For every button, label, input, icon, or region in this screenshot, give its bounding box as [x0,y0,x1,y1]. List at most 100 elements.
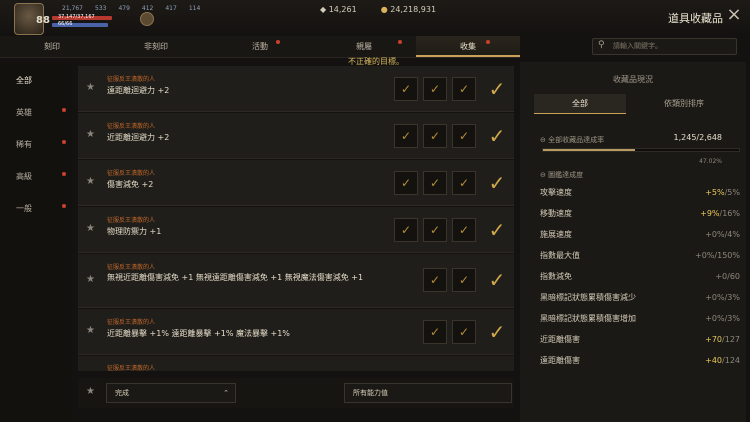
stat-value: +40/124 [705,356,740,365]
favorite-star-icon[interactable]: ★ [86,274,95,285]
stat-value: +5%/5% [705,188,740,197]
complete-check-icon: ✓ [488,77,506,101]
stat-1: 21,767 [62,5,83,12]
item-slot[interactable]: ✓ [423,77,447,101]
new-dot [62,204,66,208]
item-slot[interactable]: ✓ [423,218,447,242]
ability-dropdown[interactable]: 所有能力值 [344,383,512,403]
mp-text: 66/66 [58,21,73,27]
effect-text: 近距離暴擊 +1% 遠距離暴擊 +1% 魔法暴擊 +1% [107,329,290,338]
effect-text: 物理防禦力 +1 [107,227,162,236]
item-slot[interactable]: ✓ [452,124,476,148]
tab-family[interactable]: 親屬 [312,36,416,57]
new-dot [398,40,402,44]
collection-row[interactable]: ★ 征服反王潰散的人 近距離迴避力 +2 ✓ ✓ ✓ ✓ [78,113,514,159]
new-dot [486,40,490,44]
effect-text: 傷害減免 +2 [107,180,154,189]
stat-2: 533 [95,5,107,12]
buff-icon[interactable] [140,12,154,26]
favorite-star-icon[interactable]: ★ [86,176,95,187]
chevron-up-icon: ⌃ [223,389,229,397]
stat-name: 黑暗標記狀態累積傷害減少 [540,293,636,302]
collection-row[interactable]: ★ 征服反王潰散的人 遠距離迴避力 +2 ✓ ✓ ✓ ✓ [78,66,514,112]
sidebar-item-all[interactable]: 全部 [0,70,72,92]
tab-collect[interactable]: 收集 [416,36,520,57]
overall-progress-bar [542,148,740,152]
item-slot[interactable]: ✓ [452,320,476,344]
favorite-star-icon[interactable]: ★ [86,129,95,140]
stat-5: 417 [165,5,177,12]
requirement-text: 征服反王潰散的人 [107,319,156,326]
collection-row[interactable]: ★ 征服反王潰散的人 物理防禦力 +1 ✓ ✓ ✓ ✓ [78,207,514,253]
new-dot [62,172,66,176]
requirement-text: 征服反王潰散的人 [107,365,156,371]
item-slot[interactable]: ✓ [452,77,476,101]
stat-row: 攻擊速度 +5%/5% [540,183,740,203]
item-slot[interactable]: ✓ [423,268,447,292]
tab-non-engraved[interactable]: 非刻印 [104,36,208,57]
sidebar-item-rare[interactable]: 稀有 [0,134,72,156]
crystal-icon: ◆ [320,5,327,14]
collection-row[interactable]: 征服反王潰散的人 [78,356,514,371]
collection-tabs: 刻印 非刻印 活動 親屬 收集 [0,36,520,58]
effect-text: 近距離迴避力 +2 [107,133,170,142]
requirement-text: 征服反王潰散的人 [107,76,156,83]
item-slot[interactable]: ✓ [423,171,447,195]
tab-engraved[interactable]: 刻印 [0,36,104,57]
grade-sidebar: 全部 英雄 稀有 高級 一般 [0,62,72,422]
item-slot[interactable]: ✓ [394,124,418,148]
stat-name: 指數最大值 [540,251,580,260]
tab-event[interactable]: 活動 [208,36,312,57]
item-slot[interactable]: ✓ [452,268,476,292]
requirement-text: 征服反王潰散的人 [107,264,156,271]
stat-row: 移動速度 +9%/16% [540,204,740,224]
crystal-amount: ◆ 14,261 [320,5,357,14]
sidebar-item-advanced[interactable]: 高級 [0,166,72,188]
tab-all[interactable]: 全部 [534,94,626,114]
collection-list: ★ 征服反王潰散的人 遠距離迴避力 +2 ✓ ✓ ✓ ✓ ★ 征服反王潰散的人 … [78,66,514,371]
item-slot[interactable]: ✓ [423,320,447,344]
player-stats: 21,767 533 479 412 417 114 [62,5,200,12]
collection-row[interactable]: ★ 征服反王潰散的人 傷害減免 +2 ✓ ✓ ✓ ✓ [78,160,514,206]
item-slot[interactable]: ✓ [423,124,447,148]
collection-row[interactable]: ★ 征服反王潰散的人 無視近距離傷害減免 +1 無視遠距離傷害減免 +1 無視魔… [78,254,514,308]
status-dropdown[interactable]: 完成 ⌃ [106,383,236,403]
item-slot[interactable]: ✓ [394,171,418,195]
currency-display: ◆ 14,261 ● 24,218,931 [320,5,436,14]
favorite-star-icon[interactable]: ★ [86,325,95,336]
top-bar: 88 21,767 533 479 412 417 114 37,147/37,… [0,0,750,36]
sidebar-item-hero[interactable]: 英雄 [0,102,72,124]
effect-text: 無視近距離傷害減免 +1 無視遠距離傷害減免 +1 無視魔法傷害減免 +1 [107,273,364,282]
stat-row: 黑暗標記狀態累積傷害減少 +0%/3% [540,288,740,308]
stat-value: +0%/4% [705,230,740,239]
favorite-star-icon[interactable]: ★ [86,82,95,93]
item-slot[interactable]: ✓ [394,218,418,242]
stat-3: 479 [118,5,130,12]
effect-text: 遠距離迴避力 +2 [107,86,170,95]
close-icon[interactable]: × [724,6,744,26]
hp-text: 37,147/37,167 [58,14,95,20]
new-dot [62,140,66,144]
new-dot [276,40,280,44]
window-title: 道具收藏品 [668,12,723,25]
stat-value: +0%/3% [705,314,740,323]
collection-row[interactable]: ★ 征服反王潰散的人 近距離暴擊 +1% 遠距離暴擊 +1% 魔法暴擊 +1% … [78,309,514,355]
item-slot[interactable]: ✓ [452,171,476,195]
stat-value: +0%/150% [695,251,740,260]
sidebar-item-normal[interactable]: 一般 [0,198,72,220]
favorite-filter-star-icon[interactable]: ★ [86,386,95,397]
overall-percent: 47.02% [699,158,722,165]
tab-by-category[interactable]: 依類別排序 [636,94,732,114]
stat-4: 412 [141,5,154,12]
favorite-star-icon[interactable]: ★ [86,223,95,234]
item-slot[interactable]: ✓ [452,218,476,242]
requirement-text: 征服反王潰散的人 [107,217,156,224]
complete-check-icon: ✓ [488,218,506,242]
stat-6: 114 [188,5,201,12]
stat-value: +0%/3% [705,293,740,302]
requirement-text: 征服反王潰散的人 [107,170,156,177]
search-icon: ⚲ [598,40,605,50]
section-label: ⊖ 圖鑑達成度 [540,171,584,179]
search-input[interactable]: 請輸入關鍵字。 [592,38,737,55]
item-slot[interactable]: ✓ [394,77,418,101]
